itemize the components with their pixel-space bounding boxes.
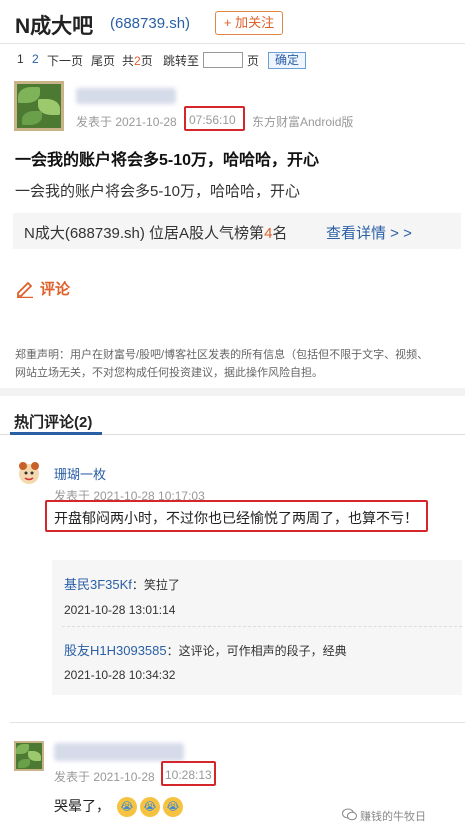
author-name-blurred[interactable] (76, 88, 176, 104)
comment-meta-2-time: 10:28:13 (165, 768, 212, 782)
watermark: 赚钱的牛牧日 (360, 811, 426, 823)
comment-text-2-body: 哭晕了， (54, 798, 110, 814)
avatar[interactable] (16, 460, 42, 486)
total-pages: 共2页 (122, 52, 153, 69)
total-prefix: 共 (122, 54, 135, 68)
hot-comments-title: 热门评论(2) (14, 414, 93, 431)
confirm-button[interactable]: 确定 (268, 52, 306, 69)
reply-user-2[interactable]: 股友H1H3093585 (64, 643, 167, 658)
comment-user-1[interactable]: 珊瑚一枚 (54, 464, 106, 483)
disclaimer-line-2: 网站立场无关，不对您构成任何投资建议，据此操作风险自担。 (15, 367, 323, 379)
comment-user-2-blurred[interactable] (54, 743, 184, 761)
total-num: 2 (134, 54, 141, 68)
disclaimer-line-1: 郑重声明：用户在财富号/股吧/博客社区发表的所有信息（包括但不限于文字、视频、 (15, 349, 429, 361)
jump-label: 跳转至 (163, 54, 200, 68)
crying-emoji-icon: 😭 (162, 797, 183, 818)
follow-button[interactable]: + 加关注 (215, 11, 283, 35)
section-gap (0, 388, 465, 396)
reply-time-2: 2021-10-28 10:34:32 (64, 668, 176, 682)
page-link-2[interactable]: 2 (32, 52, 39, 66)
page-unit: 页 (247, 54, 260, 68)
author-avatar[interactable] (14, 81, 64, 131)
rank-text: N成大(688739.sh) 位居A股人气榜第4名 (24, 222, 287, 243)
comment-button[interactable]: 评论 (40, 278, 70, 299)
comment-divider (10, 722, 465, 723)
post-meta-source: 东方财富Android版 (252, 115, 354, 129)
next-page-link[interactable]: 下一页 (47, 52, 83, 69)
section-tab-underline (10, 432, 102, 435)
crying-emoji-icon: 😭 (139, 797, 160, 818)
post-meta-date: 发表于 2021-10-28 (76, 115, 177, 129)
header-divider (0, 43, 465, 44)
reply-text-2: ：这评论，可作相声的段子，经典 (166, 644, 347, 658)
comment-text-1: 开盘郁闷两小时，不过你也已经愉悦了两周了，也算不亏！ (54, 510, 418, 526)
reply-separator (62, 626, 462, 627)
reply-user-1[interactable]: 基民3F35Kf (64, 577, 132, 592)
post-title: 一会我的账户将会多5-10万，哈哈哈，开心 (15, 152, 320, 169)
reply-2: 股友H1H3093585：这评论，可作相声的段子，经典 (64, 640, 347, 659)
rank-prefix: N成大(688739.sh) 位居A股人气榜第 (24, 225, 265, 242)
comment-meta-2-date: 发表于 2021-10-28 (54, 770, 155, 784)
reply-1: 基民3F35Kf：笑拉了 (64, 574, 180, 593)
pencil-icon[interactable] (15, 278, 35, 298)
stock-code[interactable]: (688739.sh) (110, 15, 190, 32)
last-page-link[interactable]: 尾页 (91, 52, 115, 69)
avatar[interactable] (14, 741, 44, 771)
comment-text-2: 哭晕了， 😭 😭 😭 (54, 796, 183, 818)
post-body: 一会我的账户将会多5-10万，哈哈哈，开心 (15, 183, 301, 200)
wechat-icon (342, 808, 357, 821)
page-jump-input[interactable] (203, 52, 243, 68)
view-details-link[interactable]: 查看详情 > > (326, 222, 412, 243)
total-suffix: 页 (140, 54, 153, 68)
disclaimer: 郑重声明：用户在财富号/股吧/博客社区发表的所有信息（包括但不限于文字、视频、 … (15, 346, 465, 382)
reply-time-1: 2021-10-28 13:01:14 (64, 603, 176, 617)
post-meta-time: 07:56:10 (189, 113, 236, 127)
reply-text-1: ：笑拉了 (131, 578, 180, 592)
crying-emoji-icon: 😭 (116, 797, 137, 818)
page-link-1[interactable]: 1 (17, 52, 24, 66)
rank-suffix: 名 (272, 225, 288, 242)
page-title: N成大吧 (15, 15, 94, 38)
